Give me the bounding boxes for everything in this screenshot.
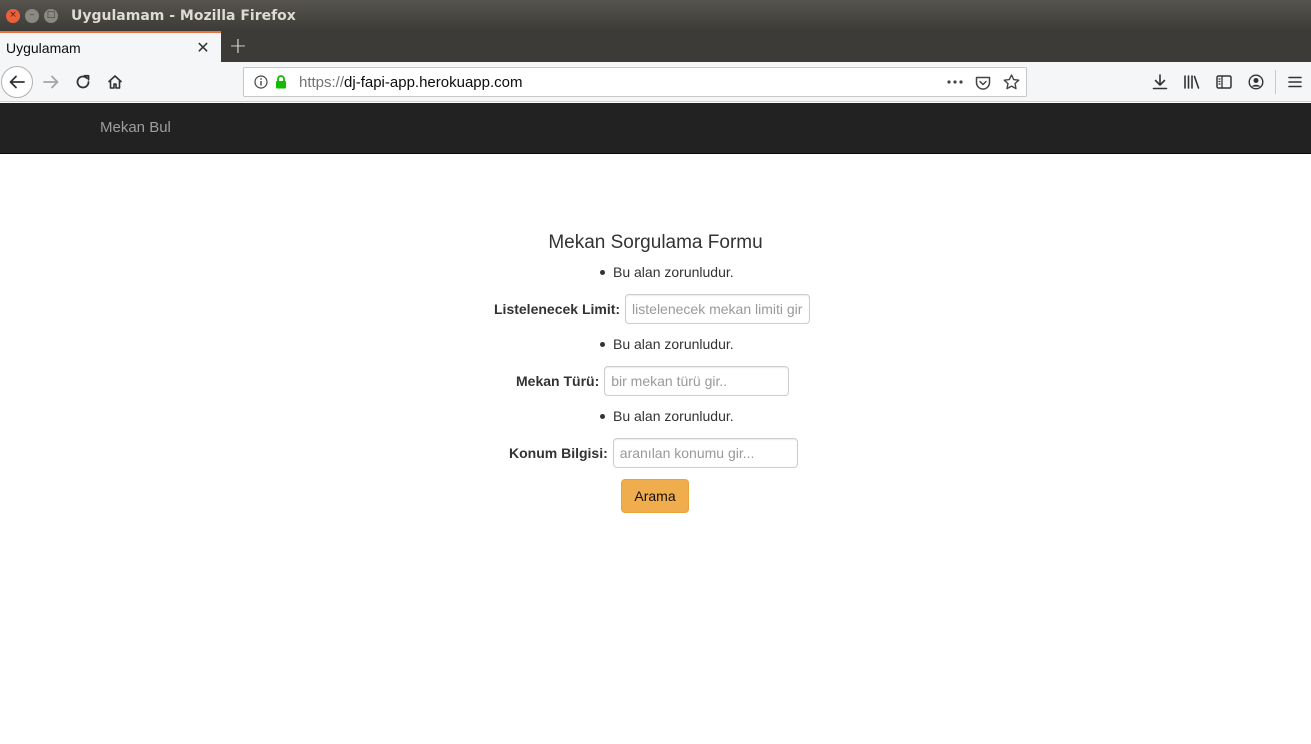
toolbar-right	[1144, 62, 1311, 102]
site-info-button[interactable]	[252, 73, 270, 91]
page-actions-button[interactable]	[946, 73, 964, 91]
pocket-icon	[975, 76, 991, 90]
sidebar-button[interactable]	[1208, 66, 1240, 98]
window-controls: × – □	[6, 8, 58, 23]
star-icon	[1003, 74, 1019, 90]
site-navbar: Mekan Bul	[0, 103, 1311, 154]
bullet-icon	[600, 341, 605, 347]
library-button[interactable]	[1176, 66, 1208, 98]
new-tab-button[interactable]: +	[221, 31, 255, 62]
home-button[interactable]	[99, 66, 131, 98]
field-error-location: Bu alan zorunludur.	[600, 408, 734, 424]
info-icon	[254, 75, 268, 89]
reload-button[interactable]	[67, 66, 99, 98]
forward-button[interactable]	[35, 66, 67, 98]
tab-strip: Uygulamam ✕ +	[0, 31, 1311, 62]
forward-arrow-icon	[43, 75, 59, 88]
field-row-location: Konum Bilgisi:	[509, 438, 798, 468]
url-actions	[946, 73, 1020, 91]
search-button[interactable]: Arama	[621, 479, 689, 513]
open-menu-button[interactable]	[1279, 66, 1311, 98]
back-button[interactable]	[1, 65, 33, 98]
bullet-icon	[600, 413, 605, 419]
form-title: Mekan Sorgulama Formu	[548, 232, 763, 253]
back-arrow-icon	[9, 75, 25, 88]
tab-uygulamam[interactable]: Uygulamam ✕	[0, 31, 221, 62]
browser-toolbar: https://dj-fapi-app.herokuapp.com	[0, 62, 1311, 102]
field-row-limit: Listelenecek Limit:	[494, 294, 811, 324]
tab-title: Uygulamam	[6, 39, 81, 56]
url-scheme: https://	[299, 73, 345, 91]
window-maximize-button[interactable]: □	[44, 8, 58, 23]
url-text[interactable]: https://dj-fapi-app.herokuapp.com	[299, 74, 946, 91]
bookmark-button[interactable]	[1002, 73, 1020, 91]
pocket-button[interactable]	[974, 73, 992, 91]
download-icon	[1152, 74, 1168, 90]
window-title: Uygulamam - Mozilla Firefox	[71, 7, 296, 24]
lock-icon	[276, 75, 286, 89]
url-host: dj-fapi-app.herokuapp.com	[344, 73, 523, 91]
library-icon	[1184, 75, 1200, 89]
account-icon	[1248, 74, 1264, 90]
bullet-icon	[600, 269, 605, 275]
window-minimize-button[interactable]: –	[25, 8, 39, 23]
field-row-type: Mekan Türü:	[516, 366, 790, 396]
limit-input[interactable]	[625, 294, 811, 324]
field-error-type: Bu alan zorunludur.	[600, 336, 734, 352]
error-text: Bu alan zorunludur.	[613, 408, 734, 424]
type-label: Mekan Türü:	[516, 373, 600, 389]
more-dots-icon	[947, 80, 963, 84]
sidebar-icon	[1216, 75, 1232, 89]
limit-label: Listelenecek Limit:	[494, 301, 621, 317]
downloads-button[interactable]	[1144, 66, 1176, 98]
secure-connection-indicator[interactable]	[273, 74, 289, 90]
type-input[interactable]	[604, 366, 790, 396]
url-bar[interactable]: https://dj-fapi-app.herokuapp.com	[243, 67, 1027, 97]
error-text: Bu alan zorunludur.	[613, 336, 734, 352]
window-titlebar: × – □ Uygulamam - Mozilla Firefox	[0, 0, 1311, 31]
brand-link[interactable]: Mekan Bul	[100, 119, 171, 136]
location-label: Konum Bilgisi:	[509, 445, 608, 461]
field-error-limit: Bu alan zorunludur.	[600, 264, 734, 280]
location-input[interactable]	[612, 438, 798, 468]
home-icon	[107, 74, 123, 89]
account-button[interactable]	[1240, 66, 1272, 98]
error-text: Bu alan zorunludur.	[613, 264, 734, 280]
hamburger-menu-icon	[1288, 76, 1302, 88]
tab-close-icon[interactable]: ✕	[193, 38, 213, 58]
window-close-button[interactable]: ×	[6, 8, 20, 23]
reload-icon	[76, 74, 90, 88]
toolbar-separator	[1275, 70, 1276, 94]
